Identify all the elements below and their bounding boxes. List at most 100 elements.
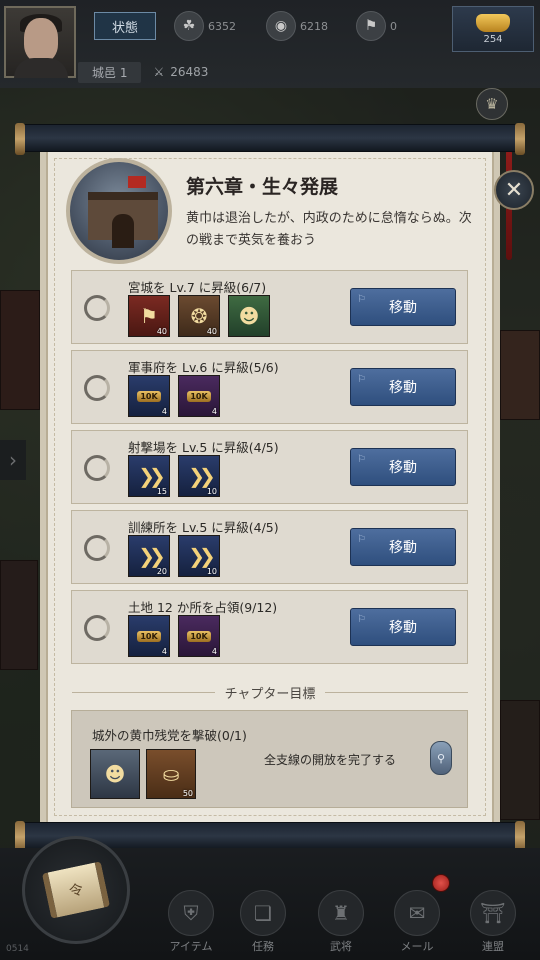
10k-coin-icon[interactable]: 10K 4 (128, 615, 170, 657)
move-button[interactable]: ⚐ 移動 (350, 368, 456, 406)
goal-rewards: ☻ ⛀ 50 (90, 749, 196, 799)
crown-icon[interactable]: ♛ (476, 88, 508, 120)
player-avatar[interactable] (4, 6, 76, 78)
gold-ingot-icon (476, 13, 510, 32)
gold-value: 254 (483, 33, 503, 45)
reward-count: 10 (206, 487, 217, 496)
flag-corner-icon: ⚐ (357, 454, 366, 465)
task-title: 宮城を Lv.7 に昇級(6/7) (128, 280, 267, 295)
resource-value: 6218 (300, 19, 328, 33)
reward-count: 10 (206, 567, 217, 576)
reward-glyph: ⛀ (162, 762, 180, 786)
reward-count: 4 (211, 407, 217, 416)
reward-glyph: ❯❯ (188, 464, 215, 488)
task-title: 軍事府を Lv.6 に昇級(5/6) (128, 360, 279, 375)
reward-count: 40 (156, 327, 167, 336)
close-button[interactable]: ✕ (494, 170, 534, 210)
flag-corner-icon: ⚐ (357, 374, 366, 385)
coin-icon: ◉ (266, 11, 296, 41)
fortress-gate-icon (88, 192, 158, 248)
nav-generals[interactable]: ♜ 武将 (310, 884, 372, 954)
reward-glyph: ❂ (190, 304, 208, 328)
speedup-icon[interactable]: ❯❯ 20 (128, 535, 170, 577)
nav-mail[interactable]: ✉ メール (386, 884, 448, 954)
resource-grain[interactable]: ☘ 6352 (174, 11, 236, 41)
quest-scroll-button[interactable]: 令 (22, 836, 130, 944)
flag-corner-icon: ⚐ (357, 534, 366, 545)
nav-quests[interactable]: ❏ 任務 (232, 884, 294, 954)
nav-label: アイテム (169, 940, 213, 953)
reward-glyph: ☻ (104, 762, 126, 786)
reward-count: 15 (156, 487, 167, 496)
bottom-number: 0514 (6, 944, 29, 954)
chapter-description: 黄巾は退治したが、内政のために怠惰ならぬ。次の戦まで英気を養おう (186, 211, 472, 248)
task-rewards: 10K 4 10K 4 (128, 615, 220, 657)
general-portrait-icon[interactable]: ☻ (90, 749, 140, 799)
10k-coin-icon[interactable]: 10K 4 (128, 375, 170, 417)
avatar-face (24, 18, 58, 62)
task-progress-ring-icon (84, 295, 110, 321)
speedup-icon[interactable]: ❯❯ 15 (128, 455, 170, 497)
task-row: 土地 12 か所を占領(9/12) 10K 4 10K 4 ⚐ 移動 (71, 590, 468, 664)
speedup-icon[interactable]: ❯❯ 10 (178, 455, 220, 497)
task-rewards: ⚑ 40 ❂ 40 ☻ (128, 295, 270, 337)
power-value: 26483 (170, 65, 209, 79)
task-row: 訓練所を Lv.5 に昇級(4/5) ❯❯ 20 ❯❯ 10 ⚐ 移動 (71, 510, 468, 584)
goal-title: 城外の黄巾残党を撃破(0/1) (92, 728, 247, 743)
task-title: 訓練所を Lv.5 に昇級(4/5) (128, 520, 279, 535)
nav-items[interactable]: ⛨ アイテム (160, 884, 222, 954)
move-button[interactable]: ⚐ 移動 (350, 288, 456, 326)
armor-icon: ⛨ (168, 890, 214, 936)
resource-coin[interactable]: ◉ 6218 (266, 11, 328, 41)
mail-icon: ✉ (394, 890, 440, 936)
speedup-icon[interactable]: ❯❯ 10 (178, 535, 220, 577)
seal-icon[interactable]: ❂ 40 (178, 295, 220, 337)
banner-icon[interactable]: ⚑ 40 (128, 295, 170, 337)
reward-count: 4 (161, 647, 167, 656)
chapter-goal-box: 城外の黄巾残党を撃破(0/1) ☻ ⛀ 50 全支線の開放を完了する ⚲ (71, 710, 468, 808)
gold-balance[interactable]: 254 (452, 6, 534, 52)
resource-troops[interactable]: ⚑ 0 (356, 11, 397, 41)
book-icon: ❏ (240, 890, 286, 936)
reward-glyph: ⚑ (140, 304, 158, 328)
level-power-bar: 城邑 1 ⚔ 26483 (78, 60, 378, 84)
city-level: 城邑 1 (78, 61, 142, 83)
move-button[interactable]: ⚐ 移動 (350, 608, 456, 646)
task-rewards: 10K 4 10K 4 (128, 375, 220, 417)
flag-icon (128, 176, 146, 188)
divider-line (325, 691, 468, 693)
chapter-goal-divider: チャプター目標 (72, 680, 468, 704)
flag-corner-icon: ⚐ (357, 294, 366, 305)
lock-icon: ⚲ (430, 741, 452, 775)
reward-label: 10K (187, 390, 211, 402)
status-button[interactable]: 状態 (94, 12, 156, 40)
task-progress-ring-icon (84, 535, 110, 561)
scroll-rod-top (15, 123, 525, 155)
move-button[interactable]: ⚐ 移動 (350, 448, 456, 486)
top-bar: 状態 ☘ 6352 ◉ 6218 ⚑ 0 254 城邑 1 ⚔ 26483 (0, 0, 540, 88)
move-button[interactable]: ⚐ 移動 (350, 528, 456, 566)
task-title: 土地 12 か所を占領(9/12) (128, 600, 278, 615)
general-icon: ♜ (318, 890, 364, 936)
nav-label: 連盟 (482, 940, 504, 953)
task-row: 射撃場を Lv.5 に昇級(4/5) ❯❯ 15 ❯❯ 10 ⚐ 移動 (71, 430, 468, 504)
resource-value: 0 (390, 19, 397, 33)
gold-ingot-icon[interactable]: ⛀ 50 (146, 749, 196, 799)
alliance-icon: ⛩ (470, 890, 516, 936)
nav-label: メール (400, 940, 434, 953)
reward-count: 40 (206, 327, 217, 336)
general-portrait-icon[interactable]: ☻ (228, 295, 270, 337)
nav-alliance[interactable]: ⛩ 連盟 (462, 884, 524, 954)
task-progress-ring-icon (84, 375, 110, 401)
reward-label: 10K (187, 630, 211, 642)
reward-count: 20 (156, 567, 167, 576)
10k-grain-icon[interactable]: 10K 4 (178, 615, 220, 657)
grain-icon: ☘ (174, 11, 204, 41)
move-button-label: 移動 (389, 300, 417, 316)
nav-label: 任務 (252, 940, 274, 953)
task-progress-ring-icon (84, 615, 110, 641)
resource-value: 6352 (208, 19, 236, 33)
10k-grain-icon[interactable]: 10K 4 (178, 375, 220, 417)
task-rewards: ❯❯ 15 ❯❯ 10 (128, 455, 220, 497)
reward-glyph: ❯❯ (138, 464, 165, 488)
